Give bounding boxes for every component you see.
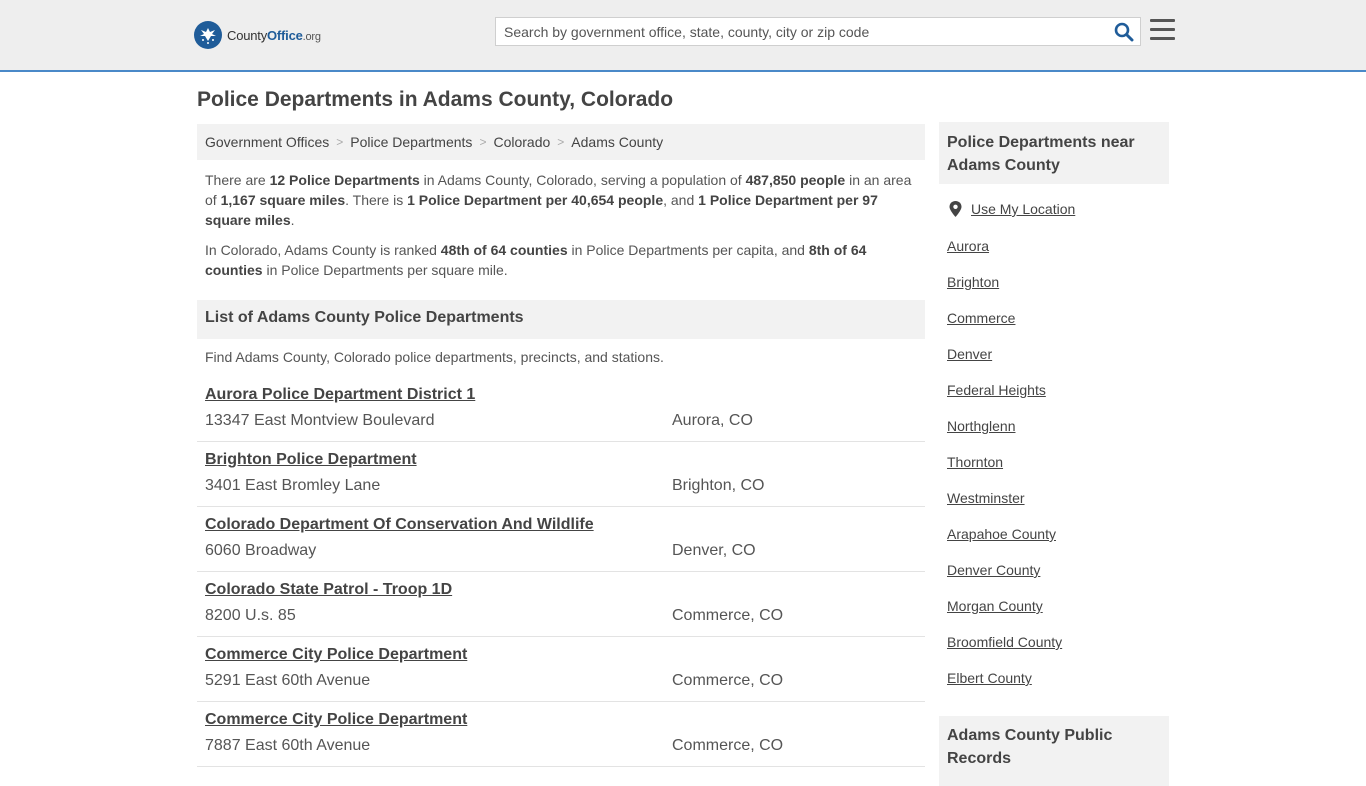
- nearby-link[interactable]: Broomfield County: [947, 633, 1062, 669]
- intro-text-segment: in Adams County, Colorado, serving a pop…: [419, 172, 746, 188]
- list-item: Commerce City Police Department 7887 East…: [197, 702, 925, 767]
- search-icon[interactable]: [1114, 22, 1134, 42]
- chevron-right-icon: >: [479, 135, 487, 149]
- list-item: Colorado State Patrol - Troop 1D 8200 U.s…: [197, 572, 925, 637]
- chevron-right-icon: >: [336, 135, 344, 149]
- breadcrumb: Government Offices > Police Departments …: [197, 124, 925, 160]
- search-input[interactable]: [496, 18, 1106, 45]
- department-address: 8200 U.s. 85: [205, 607, 296, 624]
- breadcrumb-police-departments[interactable]: Police Departments: [350, 134, 472, 150]
- department-name-link[interactable]: Colorado State Patrol - Troop 1D: [205, 581, 452, 599]
- page-title: Police Departments in Adams County, Colo…: [197, 88, 674, 111]
- nearby-link[interactable]: Northglenn: [947, 417, 1062, 453]
- list-item: Brighton Police Department 3401 East Brom…: [197, 442, 925, 507]
- nearby-link[interactable]: Aurora: [947, 237, 1062, 273]
- nearby-link[interactable]: Federal Heights: [947, 381, 1062, 417]
- department-city: Commerce, CO: [672, 672, 784, 689]
- highlight-value: 48th of 64 counties: [440, 242, 568, 258]
- department-city: Aurora, CO: [672, 412, 753, 429]
- list-item: Commerce City Police Department 5291 East…: [197, 637, 925, 702]
- intro-paragraph-stats: There are 12 Police Departments in Adams…: [205, 170, 917, 230]
- nearby-links: Aurora Brighton Commerce Denver Federal Heig…: [947, 237, 1062, 705]
- department-city: Commerce, CO: [672, 607, 784, 624]
- intro-text-segment: in Police Departments per capita, and: [567, 242, 809, 258]
- department-name-link[interactable]: Commerce City Police Department: [205, 711, 467, 729]
- intro-paragraph-ranking: In Colorado, Adams County is ranked 48th…: [205, 240, 917, 280]
- use-my-location-link[interactable]: Use My Location: [949, 201, 1075, 217]
- intro-text-segment: In Colorado, Adams County is ranked: [205, 242, 441, 258]
- use-my-location-label: Use My Location: [971, 201, 1076, 217]
- department-name-link[interactable]: Colorado Department Of Conservation And …: [205, 516, 594, 534]
- chevron-right-icon: >: [557, 135, 565, 149]
- intro-text-segment: in Police Departments per square mile.: [262, 262, 508, 278]
- site-logo[interactable]: CountyOffice.org: [194, 21, 321, 49]
- nearby-link[interactable]: Elbert County: [947, 669, 1062, 705]
- nearby-link[interactable]: Brighton: [947, 273, 1062, 309]
- highlight-value: 12 Police Departments: [269, 172, 420, 188]
- hamburger-menu-icon[interactable]: [1150, 19, 1175, 41]
- breadcrumb-government-offices[interactable]: Government Offices: [205, 134, 329, 150]
- nearby-link[interactable]: Morgan County: [947, 597, 1062, 633]
- search-bar: [495, 17, 1141, 46]
- nearby-link[interactable]: Thornton: [947, 453, 1062, 489]
- department-city: Commerce, CO: [672, 737, 784, 754]
- department-address: 13347 East Montview Boulevard: [205, 412, 435, 429]
- nearby-link[interactable]: Denver: [947, 345, 1062, 381]
- department-address: 5291 East 60th Avenue: [205, 672, 371, 689]
- highlight-value: 1 Police Department per 40,654 people: [407, 192, 664, 208]
- department-name-link[interactable]: Commerce City Police Department: [205, 646, 467, 664]
- department-address: 7887 East 60th Avenue: [205, 737, 371, 754]
- department-list: Aurora Police Department District 1 13347…: [197, 377, 925, 767]
- list-section-title: List of Adams County Police Departments: [197, 300, 925, 339]
- nearby-link[interactable]: Denver County: [947, 561, 1062, 597]
- intro-text: There are 12 Police Departments in Adams…: [205, 170, 917, 290]
- list-item: Aurora Police Department District 1 13347…: [197, 377, 925, 442]
- nearby-link[interactable]: Westminster: [947, 489, 1062, 525]
- highlight-value: 1,167 square miles: [220, 192, 346, 208]
- nearby-title: Police Departments near Adams County: [939, 122, 1169, 184]
- nearby-link[interactable]: Commerce: [947, 309, 1062, 345]
- breadcrumb-colorado[interactable]: Colorado: [493, 134, 550, 150]
- eagle-icon: [194, 21, 222, 49]
- intro-text-segment: .: [290, 212, 295, 228]
- department-city: Denver, CO: [672, 542, 756, 559]
- department-name-link[interactable]: Aurora Police Department District 1: [205, 386, 475, 404]
- highlight-value: 487,850 people: [745, 172, 846, 188]
- public-records-title: Adams County Public Records: [939, 716, 1169, 786]
- site-header: CountyOffice.org: [0, 0, 1366, 72]
- intro-text-segment: , and: [663, 192, 699, 208]
- intro-text-segment: There are: [205, 172, 270, 188]
- department-city: Brighton, CO: [672, 477, 765, 494]
- department-address: 3401 East Bromley Lane: [205, 477, 381, 494]
- map-pin-icon: [949, 201, 962, 217]
- list-item: Colorado Department Of Conservation And …: [197, 507, 925, 572]
- breadcrumb-adams-county: Adams County: [571, 134, 664, 150]
- department-address: 6060 Broadway: [205, 542, 317, 559]
- list-section-description: Find Adams County, Colorado police depar…: [205, 349, 664, 365]
- logo-text: CountyOffice.org: [227, 27, 321, 43]
- intro-text-segment: . There is: [345, 192, 408, 208]
- department-name-link[interactable]: Brighton Police Department: [205, 451, 417, 469]
- nearby-link[interactable]: Arapahoe County: [947, 525, 1062, 561]
